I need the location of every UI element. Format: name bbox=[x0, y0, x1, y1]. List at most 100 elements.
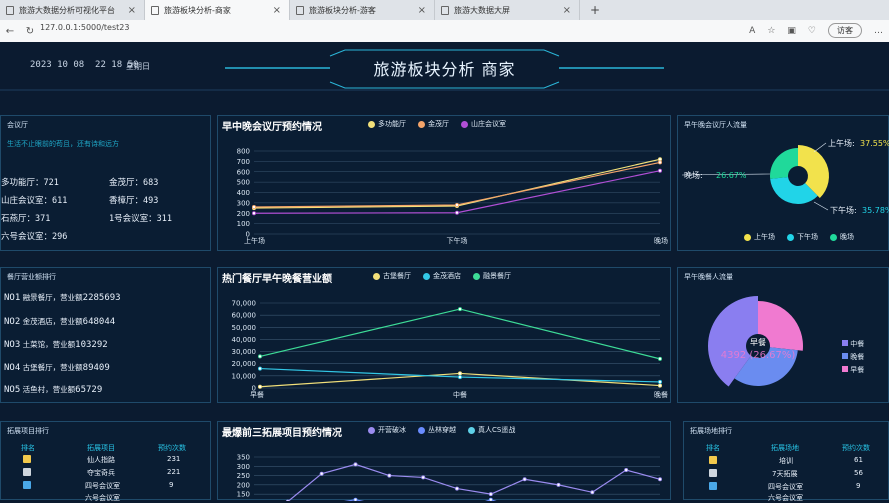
medal-icon bbox=[23, 481, 31, 489]
y-tick-label: 150 bbox=[237, 491, 250, 499]
collections-icon[interactable]: ▣ bbox=[787, 26, 796, 36]
data-point bbox=[657, 356, 662, 361]
data-point bbox=[590, 490, 595, 495]
restaurant-revenue-panel: 热门餐厅早午晚餐营业额 古堡餐厅 金茂酒店 融景餐厅 0 10,000 20,000… bbox=[217, 267, 671, 403]
center-label: 早餐 bbox=[750, 338, 766, 347]
table-cell: 56 bbox=[854, 469, 863, 477]
y-tick-label: 400 bbox=[237, 189, 250, 197]
page-icon bbox=[441, 5, 449, 15]
y-tick-label: 50,000 bbox=[232, 324, 257, 332]
legend-entry: 晚场 bbox=[840, 233, 854, 241]
table-header: 拓展项目 bbox=[87, 444, 115, 452]
table-cell: 四号会议室 bbox=[768, 483, 803, 491]
legend-marker bbox=[787, 233, 794, 241]
table-cell: 9 bbox=[169, 481, 174, 489]
back-icon[interactable]: ← bbox=[0, 26, 20, 37]
table-cell: 221 bbox=[167, 468, 181, 476]
read-aloud-icon[interactable]: A bbox=[749, 26, 755, 36]
series-line bbox=[287, 463, 661, 501]
url-field[interactable]: 127.0.0.1:5000/test23 bbox=[40, 23, 129, 32]
page-title: 旅游板块分析 商家 bbox=[373, 60, 516, 79]
chart-legend: 上午场 下午场 晚场 bbox=[744, 232, 854, 242]
y-tick-label: 600 bbox=[237, 168, 250, 176]
close-tab-icon[interactable]: × bbox=[563, 5, 571, 16]
y-tick-label: 100 bbox=[237, 500, 250, 501]
table-cell: 培训 bbox=[779, 457, 793, 465]
table-cell: 61 bbox=[854, 456, 863, 464]
close-tab-icon[interactable]: × bbox=[418, 5, 426, 16]
hall-item: 金茂厅：683 bbox=[109, 178, 159, 188]
series-line bbox=[253, 161, 661, 208]
legend-entry: 早餐 bbox=[850, 366, 865, 374]
extensions-icon[interactable]: ♡ bbox=[808, 26, 816, 36]
legend-marker bbox=[842, 340, 848, 346]
browser-tab-4[interactable]: 旅游大数据大屏 × bbox=[435, 0, 580, 20]
browser-tab-3[interactable]: 旅游板块分析-游客 × bbox=[290, 0, 435, 20]
x-tick-label: 早餐 bbox=[250, 390, 264, 399]
browser-tab-bar: 旅游大数据分析可视化平台 × 旅游板块分析-商家 × 旅游板块分析-游客 × 旅游大数… bbox=[0, 0, 889, 20]
y-tick-label: 30,000 bbox=[232, 348, 257, 356]
y-tick-label: 300 bbox=[237, 199, 250, 207]
project-booking-panel: 最爆前三拓展项目预约情况 开营破冰 丛林穿越 真人CS遥战 0501001502… bbox=[217, 421, 671, 501]
medal-icon bbox=[709, 482, 717, 490]
restaurant-rank-panel: 餐厅营业额排行 NO1 融景餐厅，营业额2285693 NO2 金茂酒店，营业额… bbox=[0, 267, 211, 403]
data-point bbox=[657, 160, 662, 165]
data-point bbox=[319, 471, 324, 476]
hall-item: 香樟厅：493 bbox=[109, 196, 159, 206]
hall-item: 石燕厅：371 bbox=[1, 214, 51, 224]
hall-booking-panel: 早中晚会议厅预约情况 多功能厅 金茂厅 山庄会议室 0 100 200 300 400 5… bbox=[217, 115, 671, 251]
y-tick-label: 300 bbox=[237, 463, 250, 471]
reload-icon[interactable]: ↻ bbox=[20, 26, 40, 37]
hall-subtitle: 生活不止眼前的苟且，还有诗和远方 bbox=[7, 140, 119, 148]
table-cell: 六号会议室 bbox=[85, 494, 120, 502]
hall-item: 山庄会议室：611 bbox=[1, 196, 68, 206]
data-point bbox=[353, 462, 358, 467]
label-leader bbox=[813, 142, 827, 153]
legend-marker bbox=[744, 233, 751, 241]
meal-flow-chart: 早餐 4392 (26.67%) bbox=[708, 296, 803, 387]
y-tick-label: 70,000 bbox=[232, 300, 257, 308]
label-leader bbox=[813, 201, 829, 211]
table-row bbox=[709, 469, 720, 477]
close-tab-icon[interactable]: × bbox=[273, 5, 281, 16]
data-point bbox=[556, 482, 561, 487]
table-cell: 六号会议室 bbox=[768, 494, 803, 502]
hover-value-label: 4392 (26.67%) bbox=[721, 350, 796, 361]
pie-percent: 37.55% bbox=[860, 139, 889, 148]
pie-label: 下午场: bbox=[830, 205, 857, 215]
profile-button[interactable]: 访客 bbox=[828, 23, 862, 38]
browser-tab-1[interactable]: 旅游大数据分析可视化平台 × bbox=[0, 0, 145, 20]
y-tick-label: 40,000 bbox=[232, 336, 257, 344]
close-tab-icon[interactable]: × bbox=[128, 5, 136, 16]
medal-icon bbox=[23, 455, 31, 463]
address-bar: ← ↻ 127.0.0.1:5000/test23 A ☆ ▣ ♡ 访客 … bbox=[0, 20, 889, 42]
page-icon bbox=[296, 5, 304, 15]
medal-icon bbox=[709, 456, 717, 464]
legend-entry: 晚餐 bbox=[850, 353, 865, 361]
table-row bbox=[23, 468, 34, 476]
y-tick-label: 350 bbox=[237, 454, 250, 462]
data-point bbox=[421, 475, 426, 480]
y-tick-label: 250 bbox=[237, 472, 250, 480]
pie-percent: 26.67% bbox=[716, 171, 747, 180]
rank-item: NO2 金茂酒店，营业额648044 bbox=[4, 317, 116, 327]
dashboard-header: 2023 10 08 22 18 50 星期日 旅游板块分析 商家 bbox=[0, 42, 889, 100]
data-point bbox=[522, 477, 527, 482]
legend-entry: 上午场 bbox=[754, 233, 775, 241]
y-tick-label: 500 bbox=[237, 179, 250, 187]
more-icon[interactable]: … bbox=[874, 26, 883, 36]
data-point bbox=[657, 383, 662, 388]
favorite-icon[interactable]: ☆ bbox=[767, 26, 775, 36]
legend-entry: 下午场 bbox=[797, 233, 818, 241]
restaurant-revenue-chart: 010,00020,00030,00040,00050,00060,00070,… bbox=[232, 300, 669, 400]
hall-item: 多功能厅：721 bbox=[1, 178, 59, 188]
legend-marker bbox=[842, 366, 848, 372]
venue-rank-panel: 拓展场地排行 排名 拓展场地 预约次数 培训 61 7天拓展 56 四号会议室 … bbox=[683, 421, 889, 502]
data-point bbox=[387, 473, 392, 478]
browser-tab-2[interactable]: 旅游板块分析-商家 × bbox=[145, 0, 290, 20]
data-point bbox=[457, 375, 462, 380]
table-cell: 四号会议室 bbox=[85, 482, 120, 490]
data-point bbox=[258, 354, 263, 359]
new-tab-icon[interactable]: + bbox=[590, 3, 600, 17]
table-row bbox=[23, 455, 34, 463]
